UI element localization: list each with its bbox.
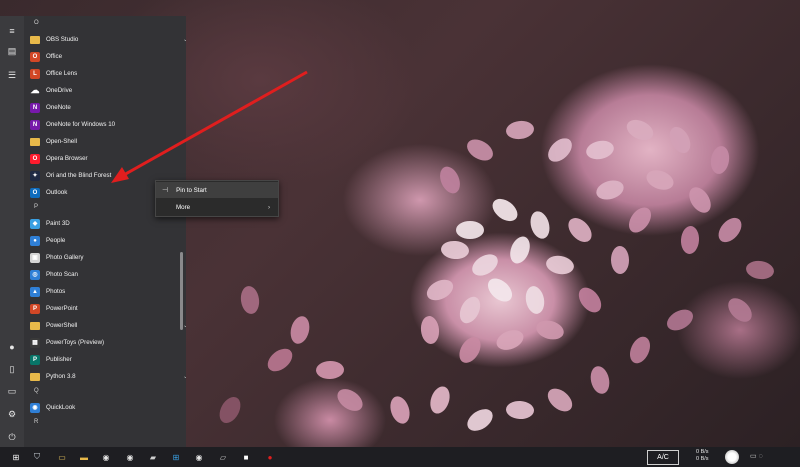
keyboard-label: A/C (657, 454, 669, 461)
net-up: 0 B/s (696, 449, 709, 455)
chrome-icon[interactable]: ◉ (124, 451, 136, 463)
shield-icon[interactable]: ⛉ (31, 451, 43, 463)
windows-icon[interactable]: ⊞ (170, 451, 182, 463)
net-down: 0 B/s (696, 456, 709, 462)
start-icon[interactable]: ⊞ (10, 451, 22, 463)
record-icon[interactable]: ● (264, 451, 276, 463)
file-explorer-icon[interactable]: ▭ (56, 451, 68, 463)
chrome-icon[interactable]: ◉ (193, 451, 205, 463)
system-tray-icons[interactable]: ▭ ◌ (750, 452, 763, 460)
taskbar: ⊞ ⛉ ▭ ▬ ◉ ◉ ▰ ⊞ ◉ ▱ ■ ● A/C 0 B/s 0 B/s … (0, 447, 800, 467)
keyboard-indicator[interactable]: A/C (647, 450, 679, 465)
terminal-icon[interactable]: ■ (240, 451, 252, 463)
chrome-icon[interactable]: ◉ (100, 451, 112, 463)
scanner-icon[interactable]: ▱ (217, 451, 229, 463)
arrow-head (111, 167, 129, 183)
clock-widget-icon[interactable] (725, 450, 739, 464)
car-icon[interactable]: ▰ (147, 451, 159, 463)
network-speed: 0 B/s 0 B/s (696, 449, 709, 463)
red-arrow-annotation (111, 70, 308, 183)
arrow-shaft (121, 70, 308, 178)
folder-icon[interactable]: ▬ (78, 451, 90, 463)
